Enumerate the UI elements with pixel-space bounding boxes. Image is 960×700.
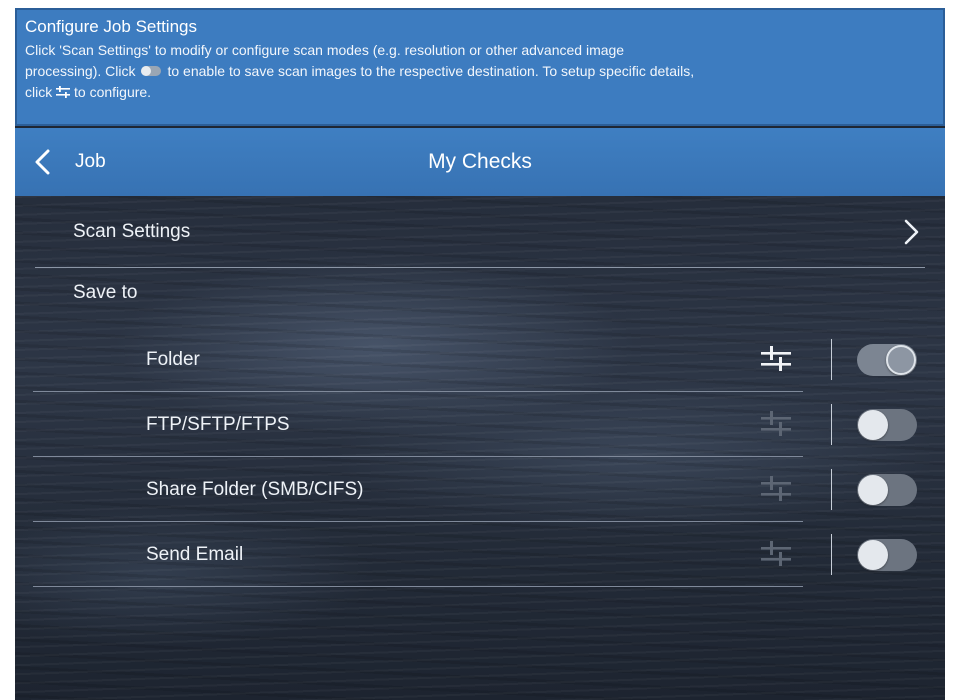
destination-label: Send Email xyxy=(146,544,244,565)
share-folder-toggle[interactable] xyxy=(857,474,917,506)
save-to-heading: Save to xyxy=(73,282,138,303)
sliders-icon xyxy=(761,346,791,371)
destination-row-share-folder: Share Folder (SMB/CIFS) xyxy=(15,457,945,522)
toggle-knob xyxy=(858,475,888,505)
destination-row-ftp: FTP/SFTP/FTPS xyxy=(15,392,945,457)
divider xyxy=(831,339,832,380)
settings-content: Scan Settings Save to Folder FTP/SFTP/FT… xyxy=(15,196,945,700)
ftp-toggle[interactable] xyxy=(857,409,917,441)
sliders-icon xyxy=(761,541,791,566)
banner-line-2b: to enable to save scan images to the res… xyxy=(167,63,695,79)
configure-send-email-button[interactable] xyxy=(759,538,793,570)
toggle-knob xyxy=(858,540,888,570)
back-button[interactable]: Job xyxy=(33,142,143,182)
destination-label: Folder xyxy=(146,349,200,370)
send-email-toggle[interactable] xyxy=(857,539,917,571)
scan-settings-label: Scan Settings xyxy=(73,221,191,242)
destination-label: Share Folder (SMB/CIFS) xyxy=(146,479,364,500)
destination-row-folder: Folder xyxy=(15,327,945,392)
banner-line-3a: click xyxy=(25,84,53,100)
divider xyxy=(831,404,832,445)
page-title: My Checks xyxy=(428,150,532,173)
configure-share-folder-button[interactable] xyxy=(759,473,793,505)
banner-text: Click 'Scan Settings' to modify or confi… xyxy=(25,40,935,103)
sliders-icon xyxy=(761,411,791,436)
back-label: Job xyxy=(75,151,106,172)
banner-line-1: Click 'Scan Settings' to modify or confi… xyxy=(25,42,625,58)
divider xyxy=(831,469,832,510)
inline-toggle-icon xyxy=(141,66,162,77)
inline-sliders-icon xyxy=(56,85,71,98)
divider xyxy=(831,534,832,575)
nav-header: Job My Checks xyxy=(15,128,945,196)
chevron-left-icon xyxy=(35,149,50,175)
configure-ftp-button[interactable] xyxy=(759,408,793,440)
destination-row-send-email: Send Email xyxy=(15,522,945,587)
folder-toggle[interactable] xyxy=(857,344,917,376)
row-separator xyxy=(33,586,803,587)
configure-folder-button[interactable] xyxy=(759,343,793,375)
sliders-icon xyxy=(761,476,791,501)
scan-settings-row[interactable]: Scan Settings xyxy=(35,196,925,268)
toggle-knob xyxy=(858,410,888,440)
banner-line-3b: to configure. xyxy=(74,84,152,100)
banner-line-2a: processing). Click xyxy=(25,63,136,79)
destination-label: FTP/SFTP/FTPS xyxy=(146,414,290,435)
help-banner: Configure Job Settings Click 'Scan Setti… xyxy=(15,8,945,126)
banner-title: Configure Job Settings xyxy=(25,17,197,36)
chevron-right-icon xyxy=(904,219,919,245)
app-screen: Configure Job Settings Click 'Scan Setti… xyxy=(15,8,945,700)
toggle-knob xyxy=(886,345,916,375)
